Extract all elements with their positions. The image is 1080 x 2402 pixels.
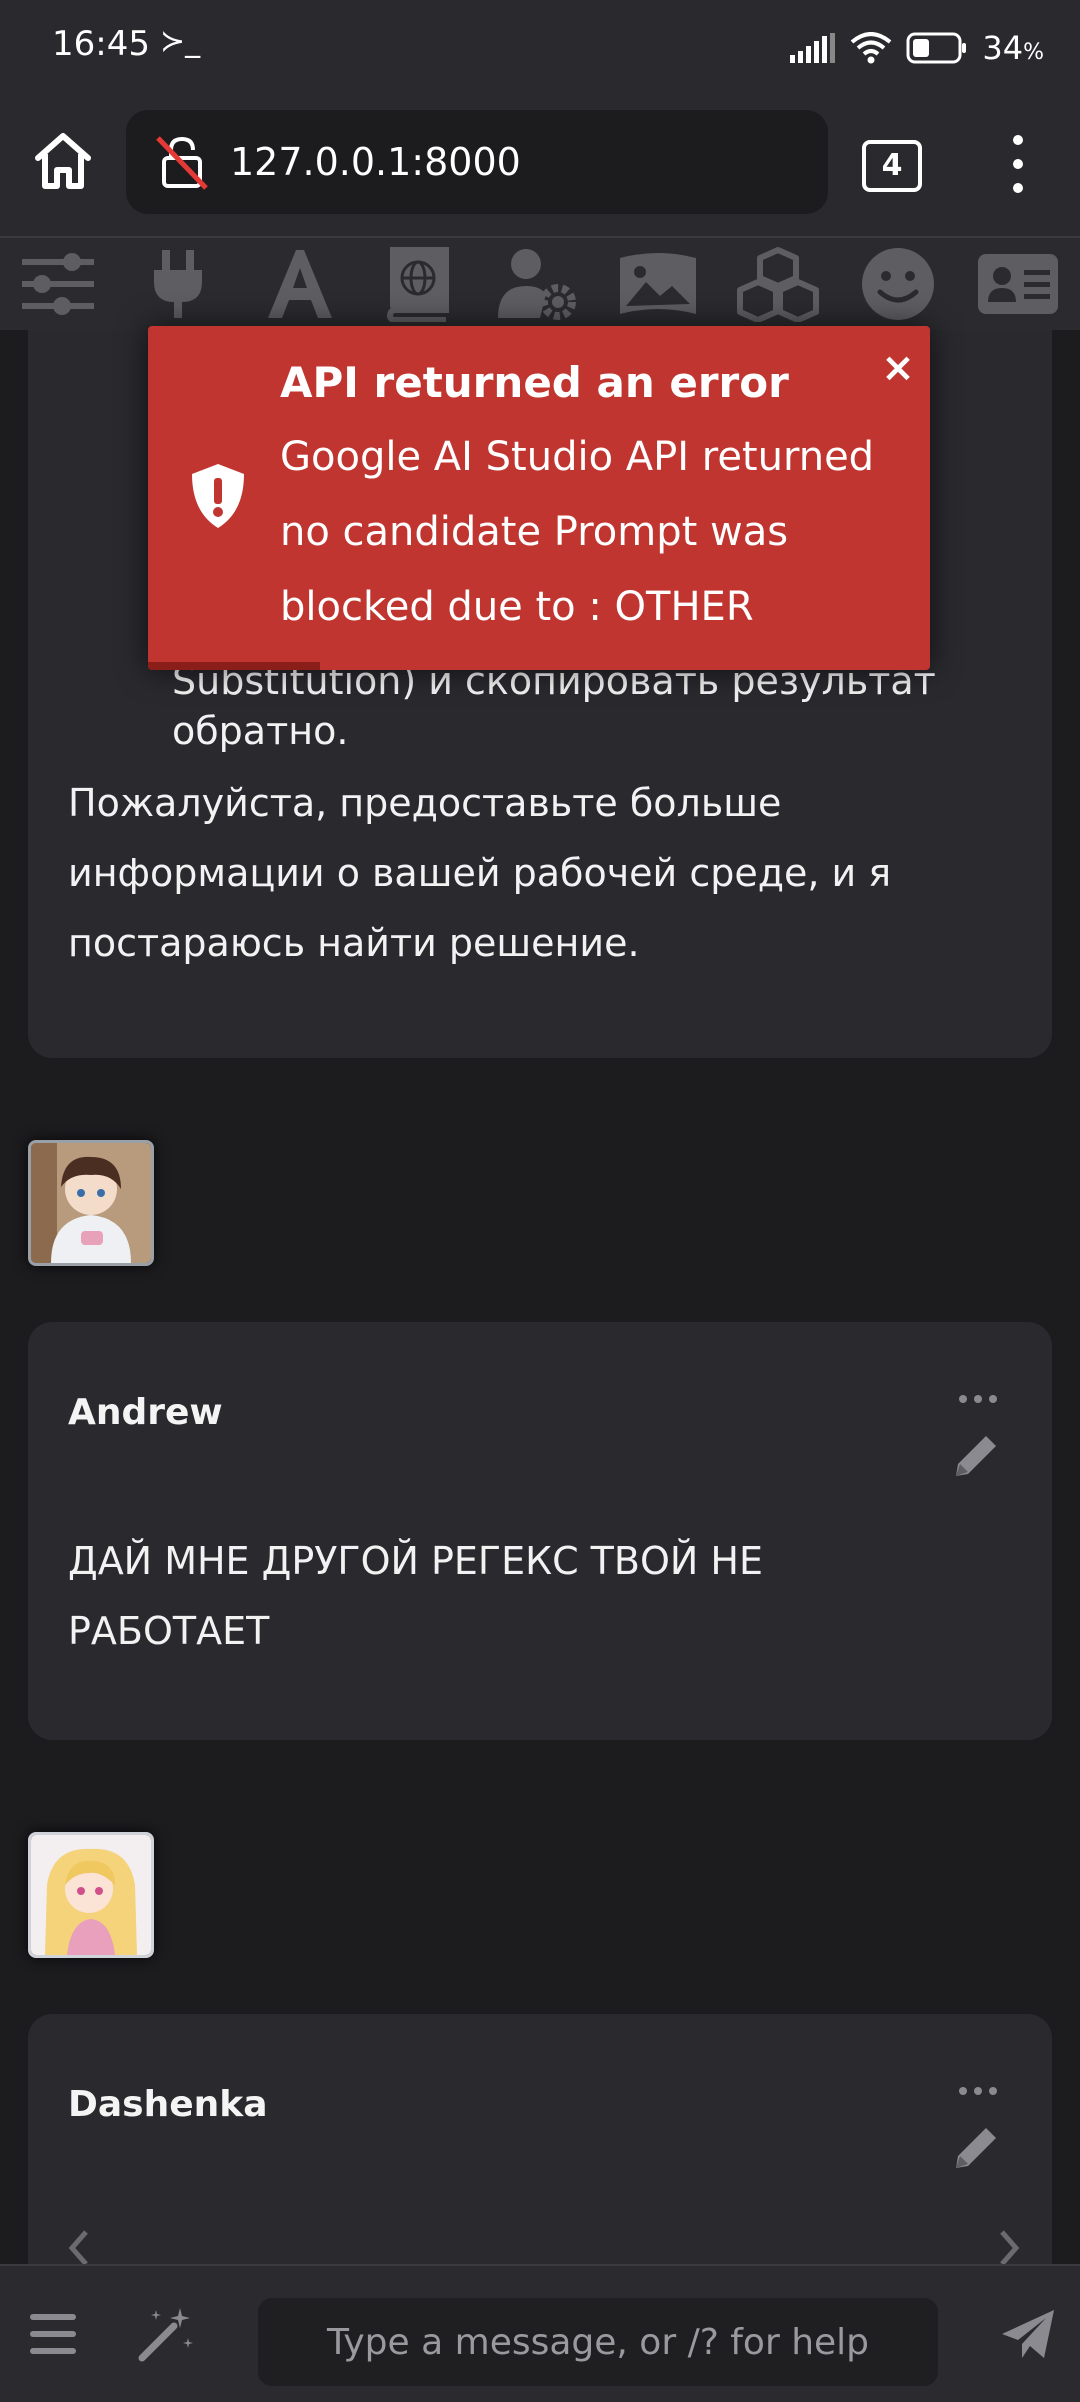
plug-icon[interactable] xyxy=(136,246,220,322)
battery-icon xyxy=(906,32,967,64)
sliders-icon[interactable] xyxy=(16,246,100,322)
home-icon[interactable] xyxy=(30,128,96,194)
toast-message: Google AI Studio API returned no candida… xyxy=(280,434,875,630)
message-author: Dashenka xyxy=(68,2084,268,2125)
pencil-icon[interactable] xyxy=(948,2120,1004,2176)
status-indicators: 34% xyxy=(790,22,1044,74)
tabs-button[interactable]: 4 xyxy=(862,140,922,192)
terminal-icon: ≻_ xyxy=(160,24,201,59)
message-text-line: информации о вашей рабочей среде, и я xyxy=(68,851,892,895)
error-toast[interactable]: API returned an error Google AI Studio A… xyxy=(148,326,930,670)
url-text[interactable]: 127.0.0.1:8000 xyxy=(230,140,521,184)
avatar-andrew[interactable] xyxy=(28,1140,154,1266)
more-options-icon[interactable] xyxy=(958,1394,998,1404)
swipe-left-icon[interactable] xyxy=(64,2228,94,2264)
font-icon[interactable] xyxy=(258,246,342,322)
swipe-right-icon[interactable] xyxy=(994,2228,1024,2264)
cubes-icon[interactable] xyxy=(736,246,820,322)
image-icon[interactable] xyxy=(616,246,700,322)
address-bar[interactable]: 127.0.0.1:8000 xyxy=(126,110,828,214)
app-toolbar xyxy=(0,236,1080,332)
message-text-line: ДАЙ МНЕ ДРУГОЙ РЕГЕКС ТВОЙ НЕ xyxy=(68,1539,763,1583)
toast-title: API returned an error xyxy=(280,358,789,407)
signal-icon xyxy=(790,33,836,63)
message-text-line: Пожалуйста, предоставьте больше xyxy=(68,781,782,825)
pencil-icon[interactable] xyxy=(948,1428,1004,1484)
toast-progress-bar xyxy=(148,662,321,670)
shield-exclamation-icon xyxy=(192,464,244,528)
smile-icon[interactable] xyxy=(856,246,940,322)
send-icon[interactable] xyxy=(1000,2306,1056,2362)
more-options-icon[interactable] xyxy=(958,2086,998,2096)
avatar-dashenka[interactable] xyxy=(28,1832,154,1958)
id-card-icon[interactable] xyxy=(976,246,1060,322)
message-text-line: постараюсь найти решение. xyxy=(68,921,640,965)
browser-bar: 127.0.0.1:8000 4 xyxy=(0,96,1080,236)
battery-percent: 34% xyxy=(982,29,1044,67)
wifi-icon xyxy=(851,32,892,64)
close-icon[interactable]: × xyxy=(876,346,920,390)
message-text-line: обратно. xyxy=(172,709,349,753)
status-bar: 16:45 ≻_ 34% xyxy=(0,0,1080,96)
message-card-andrew: Andrew ДАЙ МНЕ ДРУГОЙ РЕГЕКС ТВОЙ НЕ РАБ… xyxy=(28,1322,1052,1740)
book-globe-icon[interactable] xyxy=(376,246,460,322)
magic-wand-icon[interactable] xyxy=(136,2304,196,2364)
not-secure-lock-icon[interactable] xyxy=(154,134,210,190)
message-input[interactable] xyxy=(258,2298,938,2386)
hamburger-menu-icon[interactable] xyxy=(28,2310,78,2358)
message-author: Andrew xyxy=(68,1392,223,1433)
message-card-dashenka: Dashenka xyxy=(28,2014,1052,2264)
message-text-line: РАБОТАЕТ xyxy=(68,1609,270,1653)
user-gear-icon[interactable] xyxy=(496,246,580,322)
status-time: 16:45 xyxy=(52,24,150,64)
input-bar xyxy=(0,2264,1080,2402)
avatar-andrew-image xyxy=(31,1143,151,1263)
avatar-dashenka-image xyxy=(31,1835,151,1955)
more-vert-icon[interactable] xyxy=(998,132,1038,196)
